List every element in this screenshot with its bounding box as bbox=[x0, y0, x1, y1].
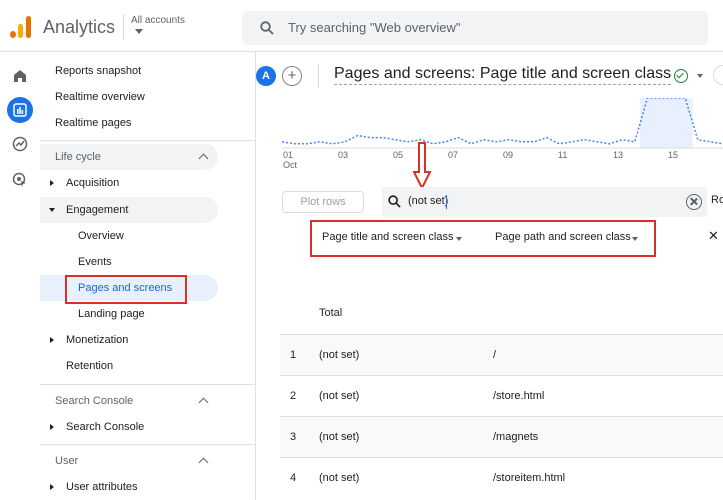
table-search-input[interactable]: (not set) bbox=[408, 195, 448, 207]
advertising-icon[interactable] bbox=[8, 168, 32, 192]
add-comparison-button[interactable]: + bbox=[282, 66, 302, 86]
top-bar: Analytics All accounts Try searching "We… bbox=[0, 0, 723, 52]
search-bar[interactable]: Try searching "Web overview" bbox=[242, 11, 708, 45]
chart-tick-label: 11 bbox=[558, 150, 568, 160]
analytics-logo-icon bbox=[10, 16, 32, 38]
sidebar-item-retention[interactable]: Retention bbox=[66, 353, 113, 379]
search-console-expand-icon[interactable] bbox=[50, 424, 54, 430]
dimension-page-title[interactable]: Page title and screen class bbox=[322, 231, 453, 243]
chart-tick-label: 03 bbox=[338, 150, 349, 160]
highlight-box bbox=[65, 275, 187, 304]
search-console-chevron-up-icon[interactable] bbox=[198, 397, 209, 408]
sidebar-item-acquisition[interactable]: Acquisition bbox=[66, 170, 119, 196]
acquisition-expand-icon[interactable] bbox=[50, 180, 54, 186]
sidebar-item-events[interactable]: Events bbox=[78, 249, 112, 275]
chevron-down-icon[interactable] bbox=[697, 74, 703, 78]
chart-peak-area bbox=[639, 98, 693, 148]
search-input[interactable]: Try searching "Web overview" bbox=[288, 20, 461, 35]
table-row[interactable]: 3 (not set) /magnets bbox=[280, 416, 723, 457]
plot-rows-button[interactable]: Plot rows bbox=[282, 191, 364, 213]
sidebar-item-user-attributes[interactable]: User attributes bbox=[66, 474, 138, 500]
table-toolbar: Plot rows (not set) bbox=[256, 187, 723, 217]
explore-icon[interactable] bbox=[8, 132, 32, 156]
dimension-headers-highlight: Page title and screen class Page path an… bbox=[310, 220, 656, 257]
search-icon bbox=[388, 195, 401, 208]
monetization-expand-icon[interactable] bbox=[50, 337, 54, 343]
chevron-down-icon[interactable] bbox=[456, 237, 462, 241]
sidebar-section-lifecycle[interactable]: Life cycle bbox=[40, 144, 218, 170]
clear-search-icon[interactable] bbox=[686, 194, 702, 210]
sidebar-item-realtime-overview[interactable]: Realtime overview bbox=[55, 84, 145, 110]
total-label: Total bbox=[319, 307, 343, 319]
sidebar-section-search-console[interactable]: Search Console bbox=[55, 388, 133, 414]
account-selector[interactable]: All accounts bbox=[131, 15, 185, 26]
sidebar-item-monetization[interactable]: Monetization bbox=[66, 327, 128, 353]
table-search[interactable]: (not set) bbox=[382, 187, 707, 217]
search-icon bbox=[260, 21, 274, 35]
home-icon[interactable] bbox=[8, 64, 32, 88]
engagement-collapse-icon[interactable] bbox=[49, 208, 55, 212]
chart-tick-label: 09 bbox=[503, 150, 514, 160]
chart-tick-label: 13 bbox=[613, 150, 624, 160]
user-chevron-up-icon[interactable] bbox=[198, 457, 209, 468]
sidebar-item-overview[interactable]: Overview bbox=[78, 223, 124, 249]
table-row[interactable]: 2 (not set) /store.html bbox=[280, 375, 723, 416]
page-title: Pages and screens: Page title and screen… bbox=[334, 65, 672, 85]
section-label: Life cycle bbox=[55, 151, 101, 163]
chart-tick-label: 01 bbox=[283, 150, 294, 160]
reports-icon[interactable] bbox=[7, 97, 33, 123]
sidebar-item-landing-page[interactable]: Landing page bbox=[78, 301, 145, 327]
sidebar-item-engagement[interactable]: Engagement bbox=[66, 197, 128, 223]
close-icon[interactable]: ✕ bbox=[708, 228, 719, 244]
chart-tick-month: Oct bbox=[283, 160, 298, 170]
account-chevron-down-icon[interactable] bbox=[135, 29, 143, 34]
chart-tick-label: 15 bbox=[668, 150, 679, 160]
sidebar-section-user[interactable]: User bbox=[55, 448, 78, 474]
sidebar-item-realtime-pages[interactable]: Realtime pages bbox=[55, 110, 131, 136]
table-row[interactable]: 1 (not set) / bbox=[280, 334, 723, 375]
chart-tick-label: 07 bbox=[448, 150, 459, 160]
user-attributes-expand-icon[interactable] bbox=[50, 484, 54, 490]
chart-tick-label: 05 bbox=[393, 150, 404, 160]
avatar[interactable]: A bbox=[256, 66, 276, 86]
sidebar-item-reports-snapshot[interactable]: Reports snapshot bbox=[55, 58, 141, 84]
left-rail bbox=[0, 52, 40, 500]
check-circle-icon[interactable] bbox=[674, 69, 688, 83]
chevron-down-icon[interactable] bbox=[632, 237, 638, 241]
arrow-down-icon bbox=[413, 142, 431, 190]
chart-svg bbox=[281, 98, 723, 149]
app-brand: Analytics bbox=[43, 17, 116, 37]
rows-per-page-label: Ro bbox=[711, 194, 723, 206]
toolbar-button[interactable] bbox=[713, 65, 723, 85]
table-row[interactable]: 4 (not set) /storeitem.html bbox=[280, 457, 723, 498]
dimension-page-path[interactable]: Page path and screen class bbox=[495, 231, 631, 243]
main-content: A + Pages and screens: Page title and sc… bbox=[256, 52, 723, 500]
sidebar-item-search-console[interactable]: Search Console bbox=[66, 414, 144, 440]
